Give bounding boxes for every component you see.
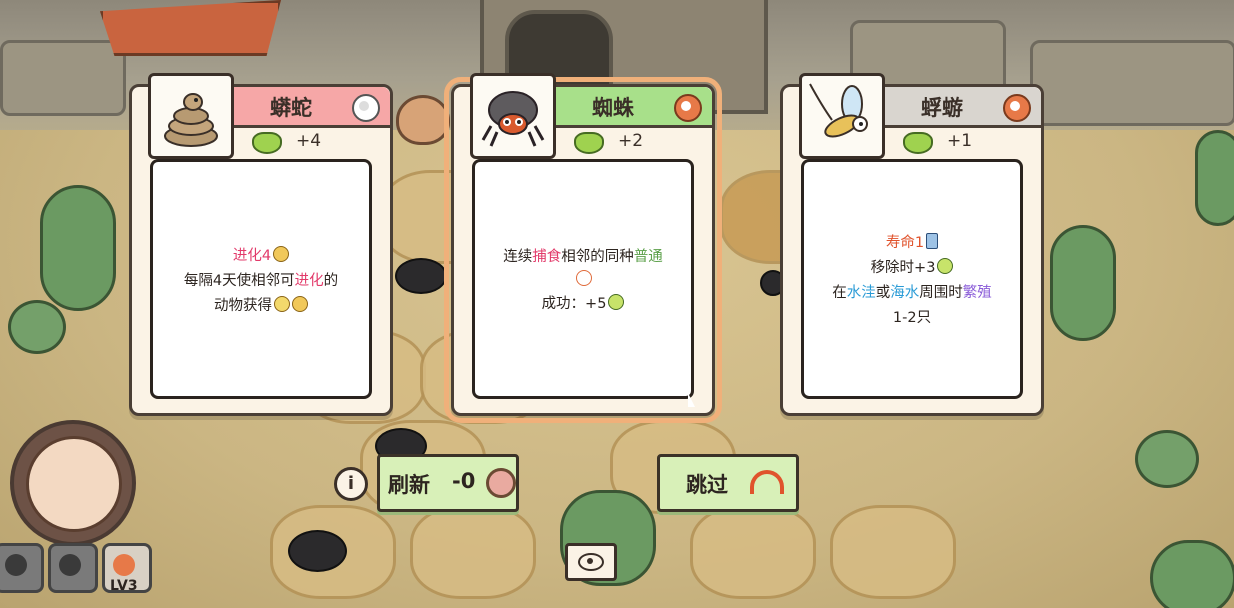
description-text: 每隔4天使相邻可 <box>183 272 295 289</box>
description-line: 进化4 <box>232 244 290 265</box>
choice-card-python[interactable]: 蟒蛇 +4 进化4 每隔4天使相邻可进化的动物获得 <box>129 73 393 416</box>
description-text: 进化4 <box>232 247 272 264</box>
choice-card-spider[interactable]: 蜘蛛 +2 连续捕食相邻的同种普通成功：+5 <box>444 73 722 423</box>
mouse-cursor <box>688 393 695 407</box>
description-text: 连续 <box>503 249 533 265</box>
description-line: 寿命1 <box>885 231 939 252</box>
orange-egg-icon <box>674 94 702 122</box>
card-title: 蜘蛛 <box>592 96 634 120</box>
description-text: 寿命1 <box>885 235 925 251</box>
description-line: 连续捕食相邻的同种普通 <box>503 245 663 266</box>
reward: +4 <box>252 129 372 155</box>
description-line: 1-2只 <box>893 306 931 327</box>
cactus <box>1195 130 1234 226</box>
leaf-currency-icon <box>252 132 282 154</box>
description-text: 动物获得 <box>214 297 272 314</box>
card-header: 蟒蛇 <box>228 87 390 128</box>
card-description: 寿命1 移除时+3 在水洼或海水周围时繁殖 1-2只 <box>801 159 1023 399</box>
description-text: 进化 <box>294 272 324 289</box>
description-lines: 进化4 每隔4天使相邻可进化的动物获得 <box>153 162 369 396</box>
orange-egg-icon <box>1003 94 1031 122</box>
board-tile[interactable] <box>830 505 956 599</box>
reward: +2 <box>574 129 694 155</box>
mayfly-portrait-icon <box>799 73 885 159</box>
card-description: 进化4 每隔4天使相邻可进化的动物获得 <box>150 159 372 399</box>
board-tile[interactable] <box>410 505 536 599</box>
description-text: 在 <box>832 285 847 301</box>
item-slot[interactable] <box>48 543 98 593</box>
description-text: 成功：+5 <box>541 296 607 312</box>
refresh-cost: -0 <box>452 469 476 493</box>
rock <box>0 40 126 116</box>
cactus <box>40 185 116 311</box>
round-cactus <box>8 300 66 354</box>
leaf-currency-icon <box>903 132 933 154</box>
card-header: 蜉蝣 <box>879 87 1041 128</box>
description-lines: 连续捕食相邻的同种普通成功：+5 <box>475 162 691 396</box>
sand-icon <box>926 233 939 249</box>
info-button[interactable]: i <box>334 467 368 501</box>
description-text: 或 <box>875 285 891 301</box>
description-text: 水洼 <box>846 285 876 301</box>
cat-portrait-icon <box>26 436 122 532</box>
evo-icon <box>274 295 290 312</box>
card-header: 蜘蛛 <box>550 87 712 128</box>
description-line: 动物获得 <box>214 294 308 315</box>
spider-creature[interactable] <box>288 530 347 572</box>
ant-creature[interactable] <box>395 258 447 294</box>
rock <box>1030 40 1234 126</box>
reward: +1 <box>903 129 1023 155</box>
can-currency-icon <box>486 468 516 498</box>
card-title: 蟒蛇 <box>270 96 312 120</box>
description-text: 移除时+3 <box>870 260 936 276</box>
clay-pot <box>396 95 450 145</box>
description-line: 每隔4天使相邻可进化的 <box>184 269 338 290</box>
description-text: 繁殖 <box>962 285 992 301</box>
cactus <box>1050 225 1116 341</box>
reward-amount: +4 <box>296 131 322 151</box>
player-avatar[interactable] <box>10 420 136 546</box>
level-label: LV3 <box>110 578 138 594</box>
view-board-button[interactable] <box>565 543 617 581</box>
coin-icon <box>292 295 308 312</box>
item-slot[interactable] <box>0 543 44 593</box>
leaf-icon <box>608 294 625 310</box>
python-portrait-icon <box>148 73 234 159</box>
coin-icon <box>273 245 290 262</box>
skip-arrow-icon <box>750 470 784 494</box>
description-text: 周围时 <box>919 285 963 301</box>
spider-portrait-icon <box>470 73 556 159</box>
skip-label: 跳过 <box>686 473 728 497</box>
description-line: 在水洼或海水周围时繁殖 <box>832 281 992 302</box>
board-tile[interactable] <box>690 505 816 599</box>
description-text: 海水 <box>890 285 920 301</box>
description-line <box>574 270 592 288</box>
choice-card-mayfly[interactable]: 蜉蝣 +1 寿命1 移除时+3 在水洼或海水周围时繁殖 1-2只 <box>780 73 1044 416</box>
description-lines: 寿命1 移除时+3 在水洼或海水周围时繁殖 1-2只 <box>804 162 1020 396</box>
leaf-currency-icon <box>574 132 604 154</box>
description-line: 成功：+5 <box>542 292 625 313</box>
round-cactus <box>1135 430 1199 488</box>
leaf-icon <box>937 258 954 274</box>
description-text: 的 <box>323 272 339 289</box>
card-title: 蜉蝣 <box>921 96 963 120</box>
skip-button[interactable]: 跳过 <box>657 454 799 512</box>
white-egg-icon <box>352 94 380 122</box>
description-text: 1-2只 <box>892 310 932 326</box>
cactus <box>1150 540 1234 608</box>
description-text: 捕食 <box>532 249 562 265</box>
description-text: 相邻的同种 <box>561 249 634 265</box>
reward-amount: +1 <box>947 131 973 151</box>
card-description: 连续捕食相邻的同种普通成功：+5 <box>472 159 694 399</box>
refresh-label: 刷新 <box>388 473 430 497</box>
description-text: 普通 <box>633 249 663 265</box>
eye-icon <box>576 270 592 286</box>
eye-pupil <box>587 558 593 564</box>
refresh-button[interactable]: 刷新 -0 <box>377 454 519 512</box>
description-line: 移除时+3 <box>871 256 954 277</box>
reward-amount: +2 <box>618 131 644 151</box>
